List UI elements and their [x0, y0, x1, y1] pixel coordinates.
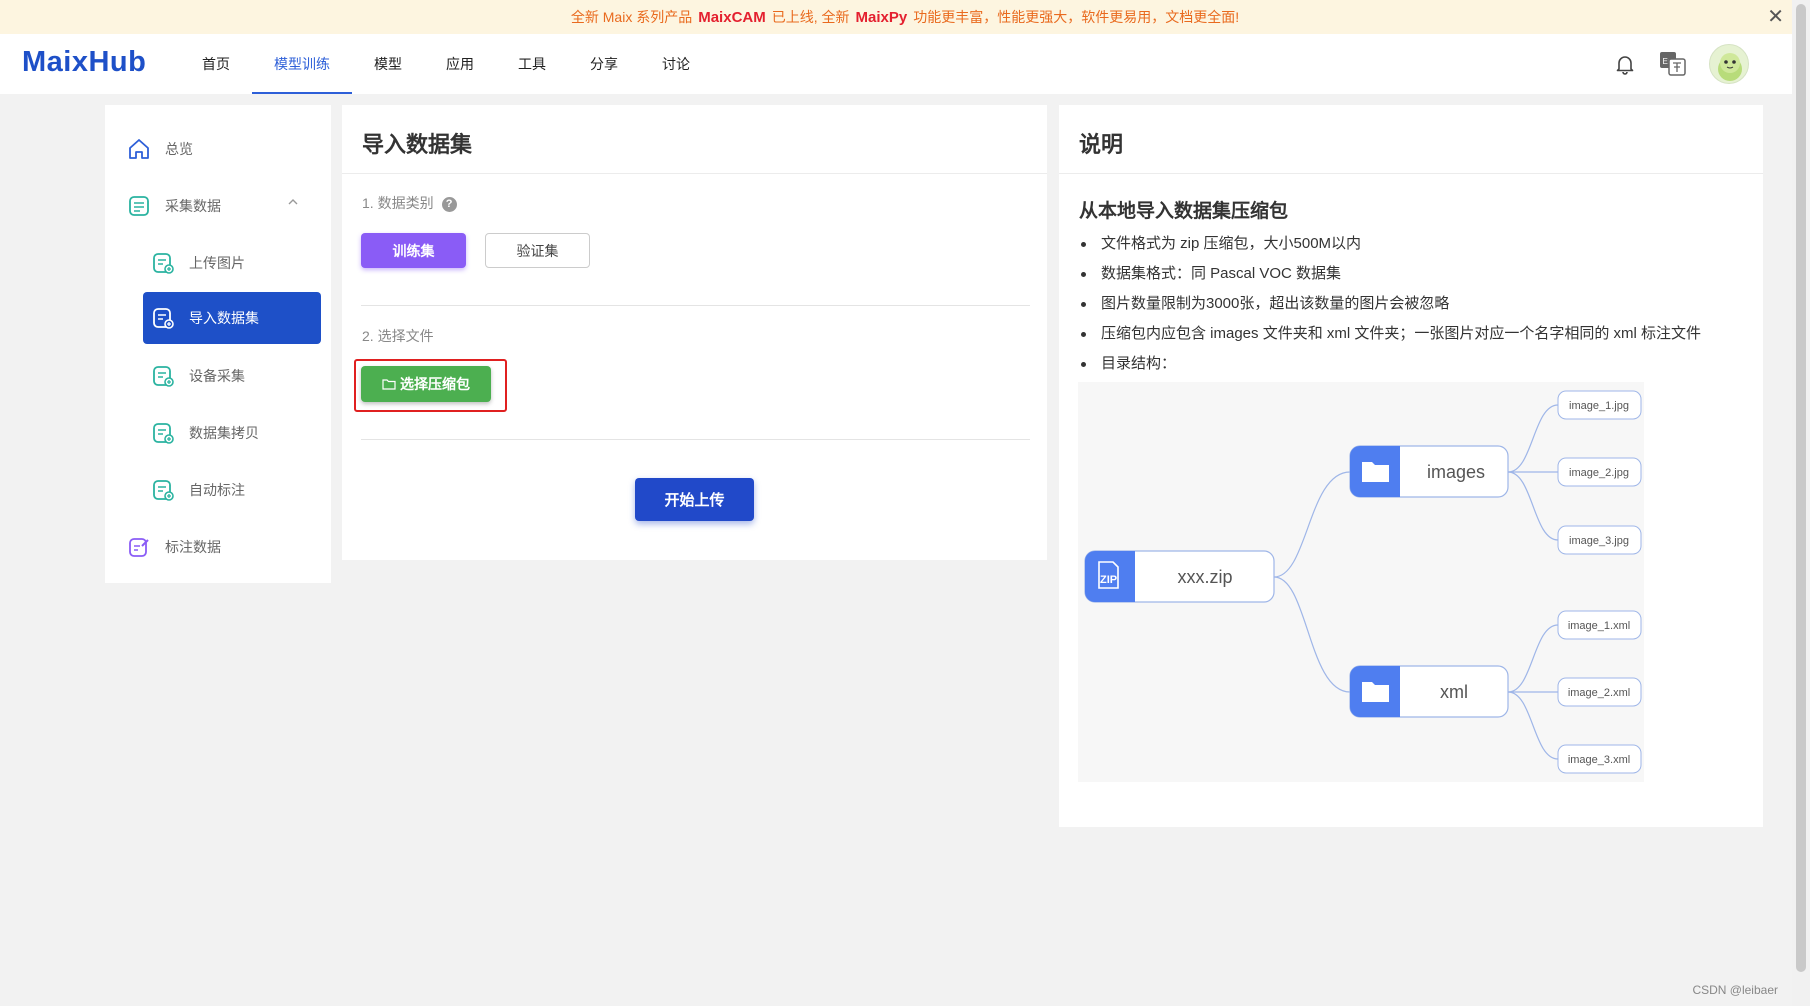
banner-text-1: 全新 Maix 系列产品	[570, 9, 693, 25]
banner-text-3: 功能更丰富，性能更强大，软件更易用，文档更全面!	[913, 9, 1240, 25]
import-dataset-icon	[153, 308, 174, 329]
train-set-button[interactable]: 训练集	[361, 233, 466, 268]
sidebar-item-label: 上传图片	[189, 255, 245, 271]
nav-tools[interactable]: 工具	[496, 34, 568, 94]
upload-image-icon	[153, 253, 174, 274]
chevron-up-icon[interactable]	[287, 196, 299, 211]
import-panel: 导入数据集 1. 数据类别? 训练集 验证集 2. 选择文件 选择压缩包 开始上…	[342, 105, 1047, 560]
list-item: 数据集格式：同 Pascal VOC 数据集	[1079, 259, 1701, 289]
sidebar-item-device-collect[interactable]: 设备采集	[151, 358, 317, 394]
announcement-banner: 全新 Maix 系列产品 MaixCAM 已上线, 全新 MaixPy 功能更丰…	[0, 0, 1810, 34]
divider	[342, 173, 1047, 174]
dataset-copy-icon	[153, 423, 174, 444]
info-bullet-list: 文件格式为 zip 压缩包，大小500M以内 数据集格式：同 Pascal VO…	[1079, 229, 1701, 379]
sidebar-item-label: 导入数据集	[189, 310, 259, 326]
nav-models[interactable]: 模型	[352, 34, 424, 94]
sidebar-item-label: 采集数据	[165, 198, 221, 214]
nav-apps[interactable]: 应用	[424, 34, 496, 94]
start-upload-button[interactable]: 开始上传	[635, 478, 754, 521]
sidebar-item-label: 总览	[165, 141, 193, 157]
images-folder-node: images	[1349, 445, 1509, 498]
root-node: ZIP xxx.zip	[1084, 550, 1275, 603]
validation-set-button[interactable]: 验证集	[485, 233, 590, 268]
annotate-icon	[129, 538, 149, 557]
translate-icon[interactable]: En	[1659, 51, 1687, 77]
avatar[interactable]	[1709, 44, 1749, 84]
watermark: CSDN @leibaer	[1692, 983, 1778, 997]
device-collect-icon	[153, 366, 174, 387]
file-image-1-jpg: image_1.jpg	[1569, 400, 1629, 412]
main-menu: 首页 模型训练 模型 应用 工具 分享 讨论	[180, 34, 712, 94]
sidebar-item-auto-annotate[interactable]: 自动标注	[151, 472, 317, 508]
step2-label: 2. 选择文件	[362, 328, 434, 344]
info-subtitle: 从本地导入数据集压缩包	[1079, 201, 1289, 222]
divider	[361, 439, 1030, 440]
banner-brand-maixcam[interactable]: MaixCAM	[698, 9, 766, 26]
xml-folder-node: xml	[1349, 665, 1509, 718]
bell-icon[interactable]	[1613, 52, 1637, 76]
folder-icon	[1362, 682, 1389, 702]
divider	[361, 305, 1030, 306]
home-icon	[129, 139, 149, 159]
folder-icon	[1362, 462, 1389, 482]
list-item: 压缩包内应包含 images 文件夹和 xml 文件夹；一张图片对应一个名字相同…	[1079, 319, 1701, 349]
scrollbar-thumb[interactable]	[1796, 4, 1806, 972]
nav-model-training[interactable]: 模型训练	[252, 34, 352, 94]
sidebar-item-import-dataset[interactable]: 导入数据集	[143, 292, 321, 344]
page-scrollbar[interactable]	[1792, 0, 1810, 1006]
nav-home[interactable]: 首页	[180, 34, 252, 94]
auto-annotate-icon	[153, 480, 174, 501]
file-image-1-xml: image_1.xml	[1568, 620, 1630, 632]
maixhub-logo[interactable]: MaixHub	[22, 46, 146, 79]
sidebar-item-annotate-data[interactable]: 标注数据	[127, 529, 317, 565]
zip-icon-label: ZIP	[1100, 574, 1117, 586]
help-icon[interactable]: ?	[441, 196, 457, 212]
file-image-2-jpg: image_2.jpg	[1569, 467, 1629, 479]
page-title: 导入数据集	[362, 132, 473, 157]
file-image-2-xml: image_2.xml	[1568, 687, 1630, 699]
banner-text-2: 已上线, 全新	[771, 9, 850, 25]
root-zip-label: xxx.zip	[1177, 567, 1232, 587]
sidebar-item-upload-image[interactable]: 上传图片	[151, 245, 317, 281]
nav-discuss[interactable]: 讨论	[640, 34, 712, 94]
close-icon[interactable]: ✕	[1767, 7, 1784, 27]
sidebar-item-dataset-copy[interactable]: 数据集拷贝	[151, 415, 317, 451]
step1-row: 1. 数据类别?	[362, 193, 457, 213]
sidebar-item-label: 标注数据	[165, 539, 221, 555]
select-zip-label: 选择压缩包	[400, 376, 470, 392]
top-navbar: MaixHub 首页 模型训练 模型 应用 工具 分享 讨论 En	[0, 34, 1792, 94]
directory-structure-diagram: ZIP xxx.zip images xml image_1.jpg image…	[1078, 382, 1644, 782]
divider	[1059, 173, 1763, 174]
xml-folder-label: xml	[1440, 682, 1468, 702]
sidebar-item-label: 设备采集	[189, 368, 245, 384]
list-item: 目录结构：	[1079, 349, 1701, 379]
select-zip-button[interactable]: 选择压缩包	[361, 366, 491, 402]
list-item: 文件格式为 zip 压缩包，大小500M以内	[1079, 229, 1701, 259]
sidebar-item-label: 自动标注	[189, 482, 245, 498]
info-title: 说明	[1079, 132, 1124, 157]
banner-brand-maixpy[interactable]: MaixPy	[856, 9, 908, 26]
sidebar: 总览 采集数据 上传图片 导入数据集 设备采集 数据集拷贝 自动标注 标注数据	[105, 105, 331, 583]
file-image-3-xml: image_3.xml	[1568, 754, 1630, 766]
images-folder-label: images	[1427, 462, 1485, 482]
step1-label: 1. 数据类别	[362, 195, 434, 211]
folder-icon	[382, 379, 396, 390]
nav-share[interactable]: 分享	[568, 34, 640, 94]
sidebar-item-label: 数据集拷贝	[189, 425, 259, 441]
info-panel: 说明 从本地导入数据集压缩包 文件格式为 zip 压缩包，大小500M以内 数据…	[1059, 105, 1763, 827]
list-item: 图片数量限制为3000张，超出该数量的图片会被忽略	[1079, 289, 1701, 319]
collect-icon	[129, 196, 149, 216]
sidebar-item-overview[interactable]: 总览	[127, 131, 317, 167]
file-image-3-jpg: image_3.jpg	[1569, 535, 1629, 547]
